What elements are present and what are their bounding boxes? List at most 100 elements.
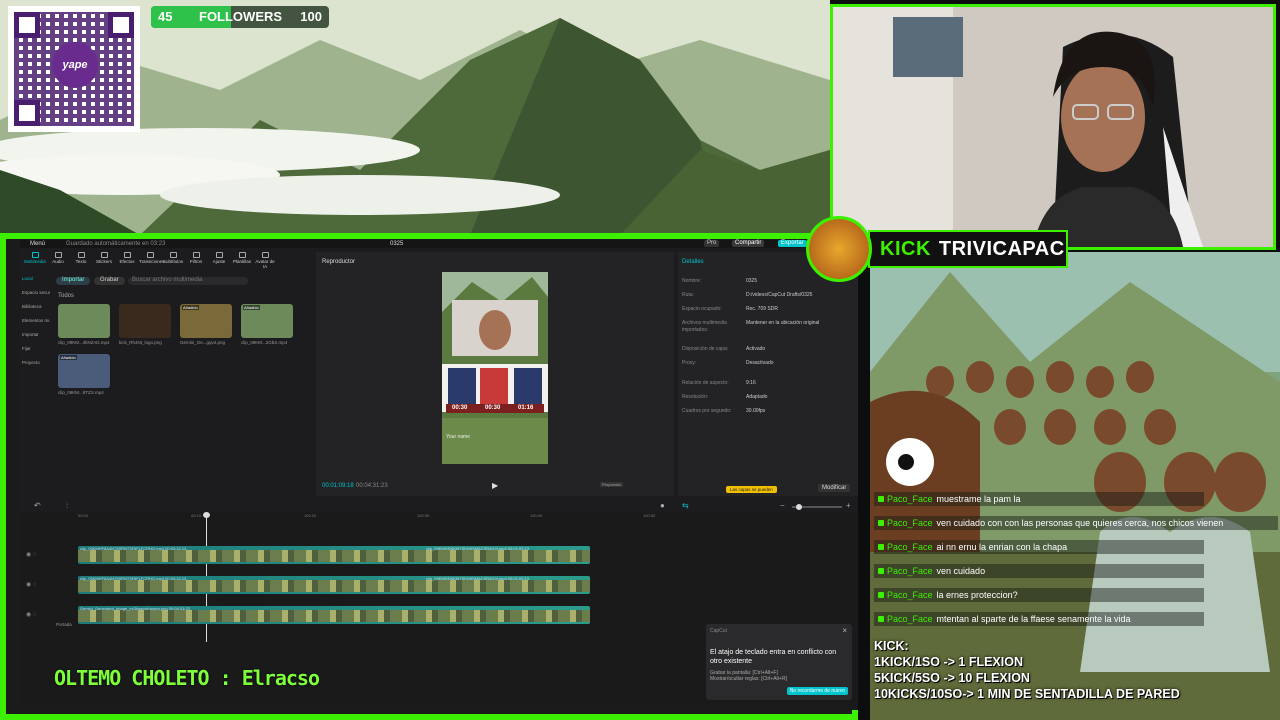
track-controls-icon[interactable]: ◉ ◌ [26, 581, 36, 588]
details-title: Detalles [682, 259, 704, 265]
detail-value: 30.00fps [746, 408, 766, 414]
qr-finder [14, 100, 40, 126]
chat-text: mtentan al sparte de la ffaese senamente… [936, 614, 1131, 624]
timeline-clip[interactable]: Gemini_Generated_Image_ex3hwpvxrhwpvx.pn… [78, 606, 590, 624]
mic-icon[interactable]: ● [660, 501, 665, 510]
detail-key: Disposición de capa: [682, 346, 729, 352]
media-filter[interactable]: Todos [58, 293, 74, 299]
toolbar-tab[interactable]: Texto [70, 252, 92, 264]
toolbar-tab[interactable]: Stickers [93, 252, 115, 264]
ratio-button[interactable]: Proporción [600, 482, 624, 487]
zoom-out-icon[interactable]: − [780, 501, 785, 510]
zoom-slider-handle[interactable] [796, 504, 802, 510]
media-filename: clip_09KM...2GbS.mp4 [241, 340, 288, 345]
timeline-clip[interactable]: clip_09KMHF6A4N79SRNT3F6FLFCRHG.mp4 00:0… [78, 546, 590, 564]
toolbar-tab[interactable]: Subtítulos [162, 252, 184, 264]
dont-remind-button[interactable]: No recordarme de nuevo [786, 687, 848, 695]
toolbar-tab[interactable]: Efectos [116, 252, 138, 264]
cover-label[interactable]: Portada [56, 622, 72, 627]
sidebar-item[interactable]: Elementos multimedia [22, 318, 50, 323]
yape-logo: yape [52, 42, 98, 88]
chat-username: Paco_Face [887, 566, 933, 576]
chat-username: Paco_Face [887, 614, 933, 624]
toolbar-tab-label: Efectos [119, 259, 135, 264]
toolbar-tab-icon [77, 252, 85, 258]
kick-rule-line: 1KICK/1SO -> 1 FLEXION [874, 655, 1023, 669]
media-thumbnail[interactable] [119, 304, 171, 338]
track-controls-icon[interactable]: ◉ ◌ [26, 551, 36, 558]
clip-label: clip_09KMHF6A4N79SRNT3F6FLFCRHG.mp4 00:0… [80, 576, 187, 581]
shortcut-conflict-notification: CapCut × El atajo de teclado entra en co… [706, 624, 852, 700]
timeline-clip[interactable]: clip_09KMHF6A4N79SRNT3F6FLFCRHG.mp4 00:0… [78, 576, 590, 594]
modify-button[interactable]: Modificar [818, 484, 851, 492]
toolbar-tab-icon [146, 252, 154, 258]
toolbar-tab-label: Avatar de IA [255, 259, 275, 269]
zoom-in-icon[interactable]: + [846, 501, 851, 510]
menu-button[interactable]: Menú [30, 241, 45, 247]
detail-key: Ruta: [682, 292, 694, 298]
chat-username: Paco_Face [887, 518, 933, 528]
detail-key: Proxy: [682, 360, 697, 366]
toolbar-tab[interactable]: Filtros [185, 252, 207, 264]
track-controls-icon[interactable]: ◉ ◌ [26, 611, 36, 618]
toolbar-tab-icon [100, 252, 108, 258]
toolbar-tab[interactable]: Transiciones [139, 252, 165, 264]
toolbar-tab-label: Plantillas [232, 259, 251, 264]
sidebar-item[interactable]: Importar [22, 332, 50, 337]
toolbar-tab[interactable]: Avatar de IA [254, 252, 276, 269]
chat-text: ven cuidado [936, 566, 986, 576]
chat-text: ven cuidado con con las personas que qui… [936, 518, 1224, 528]
detail-value: D:/videos/CapCut Drafts/0325 [746, 292, 813, 298]
chat-username: Paco_Face [887, 542, 933, 552]
detail-key: Nombre: [682, 278, 702, 284]
toolbar-tab-label: Transiciones [139, 259, 165, 264]
player-title: Reproductor [322, 259, 356, 265]
toolbar-tab[interactable]: Multimedia [24, 252, 46, 264]
share-button[interactable]: Compartir [732, 240, 765, 247]
sidebar-item[interactable]: Espacio secundario [22, 290, 50, 295]
chat-message: Paco_Face ai nn ernu la enrian con la cha… [874, 540, 1204, 554]
project-title: 0325 [390, 241, 404, 247]
toolbar-tab[interactable]: Plantillas [231, 252, 253, 264]
webcam-image [833, 7, 1273, 247]
player-panel: Reproductor 00:30 00:30 01:16 Your name … [316, 252, 674, 496]
chat-message: Paco_Face ven cuidado [874, 564, 1204, 578]
export-button[interactable]: Exportar [778, 240, 807, 247]
detail-key: Espacio ocupado: [682, 306, 722, 312]
clip-filmstrip [78, 580, 590, 592]
added-badge: Añadido [243, 305, 260, 310]
media-thumbnail[interactable]: Añadido [241, 304, 293, 338]
media-filename: Gemini_Ge...gqv4.png [180, 340, 226, 345]
link-icon[interactable]: ⇆ [682, 501, 689, 510]
record-button[interactable]: Grabar [94, 277, 125, 285]
play-button[interactable]: ▶ [492, 481, 498, 490]
toolbar-tab-label: Filtros [189, 259, 203, 264]
sidebar-item[interactable]: Biblioteca [22, 304, 50, 309]
pro-button[interactable]: Pro [704, 240, 720, 247]
webcam-feed [830, 4, 1276, 250]
preview-canvas[interactable]: 00:30 00:30 01:16 Your name [442, 272, 548, 464]
detail-key: Relación de aspecto: [682, 380, 729, 386]
sidebar-item[interactable]: Local [22, 276, 50, 281]
chat-text: ai nn ernu la enrian con la chapa [936, 542, 1068, 552]
media-search-input[interactable]: Buscar archivo multimedia [128, 277, 248, 285]
playhead-handle[interactable] [203, 512, 210, 518]
close-icon[interactable]: × [842, 626, 847, 635]
details-panel: Detalles Nombre: 0325 Ruta: D:/videos/CapCu… [678, 252, 858, 496]
chat-badge-icon [878, 544, 884, 550]
detail-key: Resolución: [682, 394, 709, 400]
clip-filmstrip [78, 610, 590, 622]
media-thumbnail[interactable]: Añadido [180, 304, 232, 338]
media-thumbnail[interactable] [58, 304, 110, 338]
undo-icon[interactable]: ↶ [34, 501, 41, 510]
toolbar-tab-label: Subtítulos [162, 259, 183, 264]
media-thumbnail[interactable]: Añadido [58, 354, 110, 388]
toolbar-tab[interactable]: Ajuste [208, 252, 230, 264]
detail-value: Rec. 709 SDR [746, 306, 778, 312]
sidebar-item[interactable]: Proyecto [22, 360, 50, 365]
sidebar-item[interactable]: Fijar [22, 346, 50, 351]
clip-filmstrip [78, 550, 590, 562]
split-icon[interactable]: ⫶ [66, 501, 68, 511]
toolbar-tab[interactable]: Audio [47, 252, 69, 264]
import-button[interactable]: Importar [56, 277, 91, 285]
